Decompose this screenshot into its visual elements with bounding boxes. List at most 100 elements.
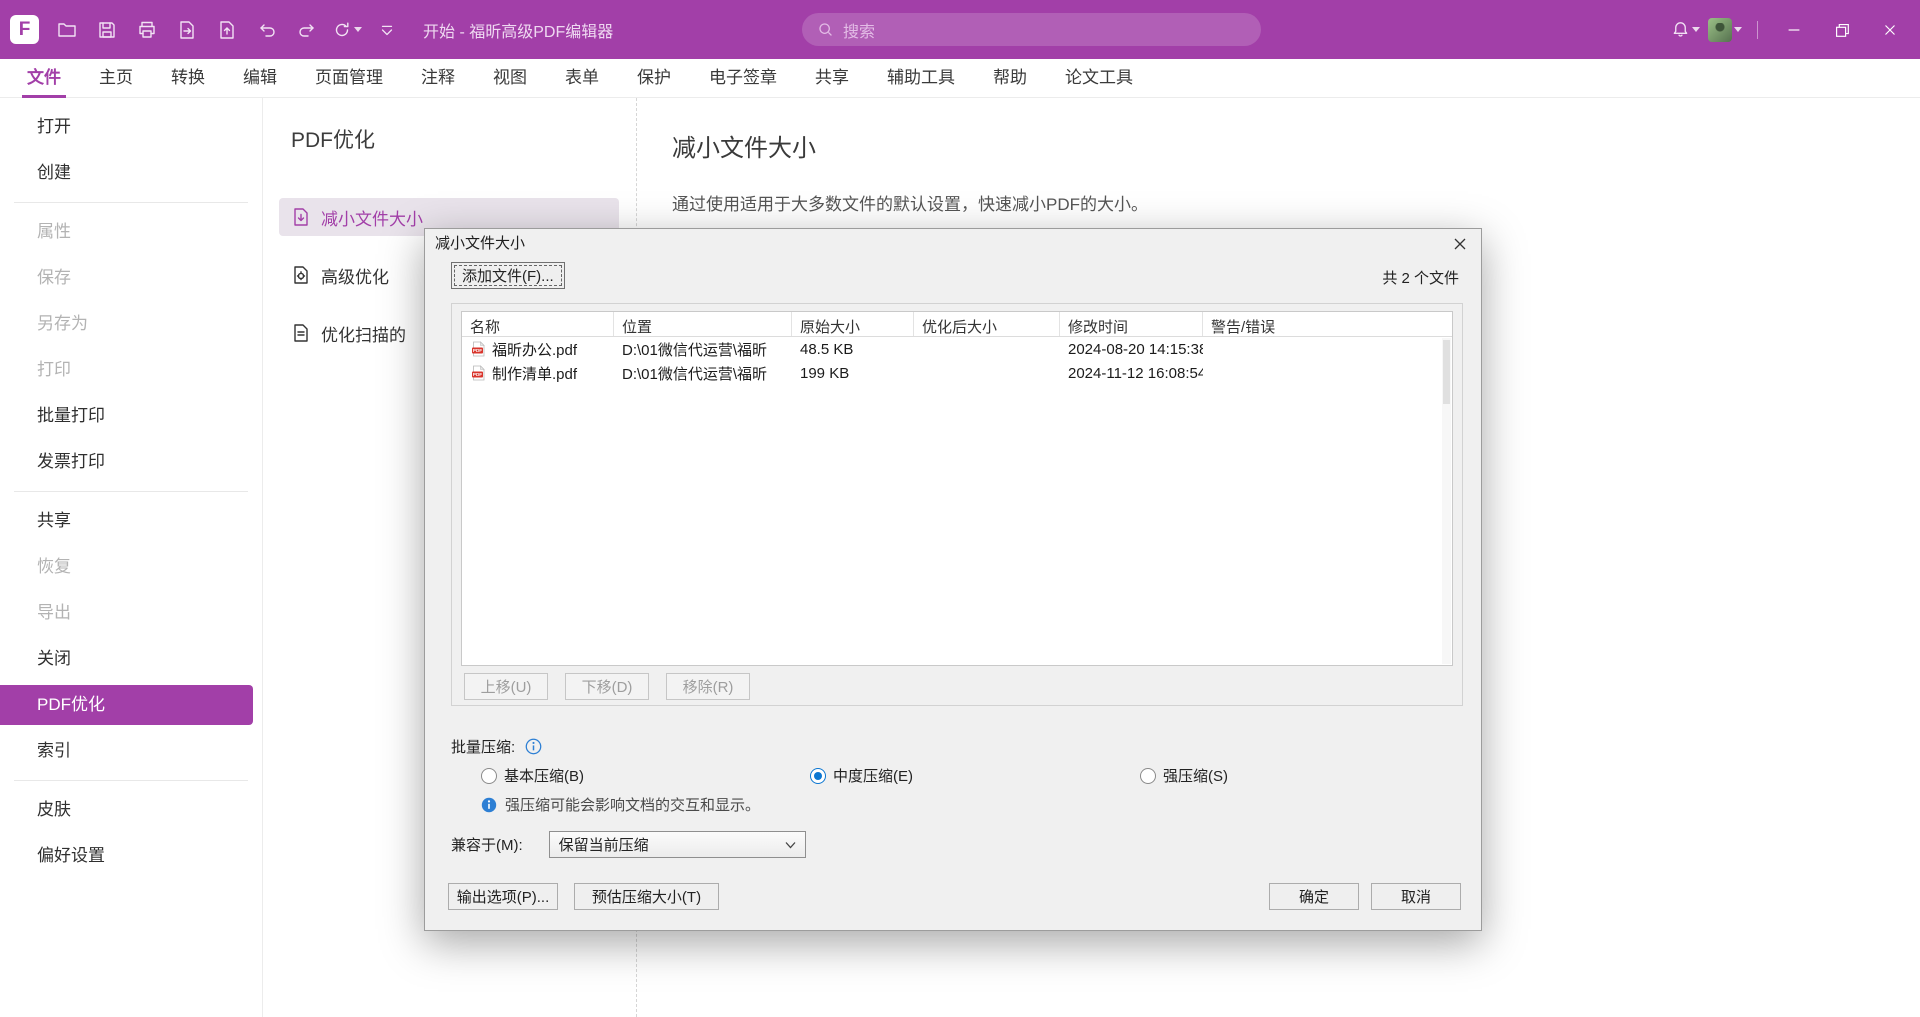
radio-medium-compression[interactable]: 中度压缩(E) [810, 765, 913, 786]
output-options-button[interactable]: 输出选项(P)... [448, 883, 558, 910]
print-icon[interactable] [127, 10, 167, 50]
menu-tab-paper-tools[interactable]: 论文工具 [1046, 59, 1152, 98]
titlebar-divider [1757, 21, 1758, 39]
share-doc-icon[interactable] [207, 10, 247, 50]
column-header-name[interactable]: 名称 [462, 312, 614, 336]
sidebar-item-open[interactable]: 打开 [0, 104, 262, 150]
sidebar-item-create[interactable]: 创建 [0, 150, 262, 196]
menu-tab-esign[interactable]: 电子签章 [690, 59, 796, 98]
compression-radio-group: 基本压缩(B) 中度压缩(E) 强压缩(S) [425, 765, 1481, 787]
account-caret-icon [1734, 27, 1742, 32]
remove-button[interactable]: 移除(R) [666, 673, 750, 700]
sidebar-item-preferences[interactable]: 偏好设置 [0, 833, 262, 879]
sidebar-item-skin[interactable]: 皮肤 [0, 787, 262, 833]
menu-tab-share[interactable]: 共享 [796, 59, 868, 98]
move-up-button[interactable]: 上移(U) [464, 673, 548, 700]
menu-tab-help[interactable]: 帮助 [974, 59, 1046, 98]
file-menu-sidebar: 打开 创建 属性 保存 另存为 打印 批量打印 发票打印 共享 恢复 导出 关闭… [0, 98, 263, 1017]
sidebar-item-pdf-optimize[interactable]: PDF优化 [0, 685, 253, 725]
estimate-size-button[interactable]: 预估压缩大小(T) [574, 883, 719, 910]
menu-tab-view[interactable]: 视图 [474, 59, 546, 98]
advanced-optimization-icon [291, 265, 311, 285]
sidebar-item-save[interactable]: 保存 [0, 255, 262, 301]
menu-tab-file[interactable]: 文件 [8, 59, 80, 98]
radio-strong-compression[interactable]: 强压缩(S) [1140, 765, 1228, 786]
sidebar-item-export[interactable]: 导出 [0, 590, 262, 636]
minimize-button[interactable] [1770, 0, 1818, 59]
move-down-button[interactable]: 下移(D) [565, 673, 649, 700]
page-description: 通过使用适用于大多数文件的默认设置，快速减小PDF的大小。 [672, 190, 1920, 215]
pdf-file-icon: PDF [470, 365, 486, 381]
menu-tab-accessibility[interactable]: 辅助工具 [868, 59, 974, 98]
menu-tab-comment[interactable]: 注释 [402, 59, 474, 98]
table-scrollbar[interactable] [1442, 338, 1451, 664]
undo-icon[interactable] [247, 10, 287, 50]
menu-tab-page-manage[interactable]: 页面管理 [296, 59, 402, 98]
sidebar-divider [14, 202, 248, 203]
sidebar-item-properties[interactable]: 属性 [0, 209, 262, 255]
table-row[interactable]: PDF 福昕办公.pdf D:\01微信代运营\福昕 48.5 KB 2024-… [462, 337, 1452, 361]
open-folder-icon[interactable] [47, 10, 87, 50]
dialog-titlebar[interactable]: 减小文件大小 [425, 229, 1481, 258]
info-filled-icon [481, 797, 497, 813]
close-icon [1454, 238, 1466, 250]
sidebar-item-invoice-print[interactable]: 发票打印 [0, 439, 262, 485]
sidebar-divider [14, 780, 248, 781]
radio-icon [481, 768, 497, 784]
export-icon[interactable] [167, 10, 207, 50]
app-logo-icon: F [10, 15, 39, 44]
menu-tab-home[interactable]: 主页 [80, 59, 152, 98]
column-header-modified-time[interactable]: 修改时间 [1060, 312, 1203, 336]
restore-button[interactable] [1818, 0, 1866, 59]
menu-tab-convert[interactable]: 转换 [152, 59, 224, 98]
redo-icon[interactable] [287, 10, 327, 50]
window-title: 开始 - 福昕高级PDF编辑器 [423, 18, 613, 42]
sidebar-item-close[interactable]: 关闭 [0, 636, 262, 682]
file-list-groupbox: 名称 位置 原始大小 优化后大小 修改时间 警告/错误 PDF 福昕办公.pdf… [451, 303, 1463, 706]
radio-icon [1140, 768, 1156, 784]
sidebar-item-revert[interactable]: 恢复 [0, 544, 262, 590]
toolbar-collapse-icon[interactable] [367, 10, 407, 50]
info-icon[interactable] [525, 738, 542, 755]
pdf-file-icon: PDF [470, 341, 486, 357]
column-header-location[interactable]: 位置 [614, 312, 792, 336]
menu-tab-protect[interactable]: 保护 [618, 59, 690, 98]
column-header-optimized-size[interactable]: 优化后大小 [914, 312, 1060, 336]
sync-caret-icon [354, 27, 362, 32]
panel-item-label: 优化扫描的 [321, 321, 406, 346]
sidebar-item-share[interactable]: 共享 [0, 498, 262, 544]
sync-icon[interactable] [327, 10, 367, 50]
svg-text:PDF: PDF [473, 372, 482, 377]
cancel-button[interactable]: 取消 [1371, 883, 1461, 910]
compatibility-dropdown[interactable]: 保留当前压缩 [549, 831, 806, 858]
avatar-image [1708, 18, 1732, 42]
notifications-bell-icon[interactable] [1665, 10, 1705, 50]
save-icon[interactable] [87, 10, 127, 50]
dialog-close-button[interactable] [1445, 232, 1475, 255]
sidebar-item-save-as[interactable]: 另存为 [0, 301, 262, 347]
panel-item-label: 高级优化 [321, 263, 389, 288]
menu-tab-form[interactable]: 表单 [546, 59, 618, 98]
cell-original-size: 48.5 KB [792, 341, 914, 358]
account-avatar[interactable] [1705, 10, 1745, 50]
sidebar-item-print[interactable]: 打印 [0, 347, 262, 393]
column-header-warnings[interactable]: 警告/错误 [1203, 312, 1452, 336]
cell-location: D:\01微信代运营\福昕 [614, 339, 792, 360]
table-header-row: 名称 位置 原始大小 优化后大小 修改时间 警告/错误 [462, 312, 1452, 337]
sidebar-item-batch-print[interactable]: 批量打印 [0, 393, 262, 439]
batch-compress-label: 批量压缩: [451, 736, 515, 757]
add-files-button[interactable]: 添加文件(F)... [451, 262, 565, 289]
radio-basic-compression[interactable]: 基本压缩(B) [481, 765, 584, 786]
sidebar-item-index[interactable]: 索引 [0, 728, 262, 774]
ok-button[interactable]: 确定 [1269, 883, 1359, 910]
svg-text:PDF: PDF [473, 348, 482, 353]
cell-original-size: 199 KB [792, 365, 914, 382]
scrollbar-thumb[interactable] [1443, 340, 1450, 404]
close-button[interactable] [1866, 0, 1914, 59]
radio-label: 基本压缩(B) [504, 765, 584, 786]
table-row[interactable]: PDF 制作清单.pdf D:\01微信代运营\福昕 199 KB 2024-1… [462, 361, 1452, 385]
search-input[interactable]: 搜索 [802, 13, 1261, 46]
radio-icon [810, 768, 826, 784]
menu-tab-edit[interactable]: 编辑 [224, 59, 296, 98]
column-header-original-size[interactable]: 原始大小 [792, 312, 914, 336]
